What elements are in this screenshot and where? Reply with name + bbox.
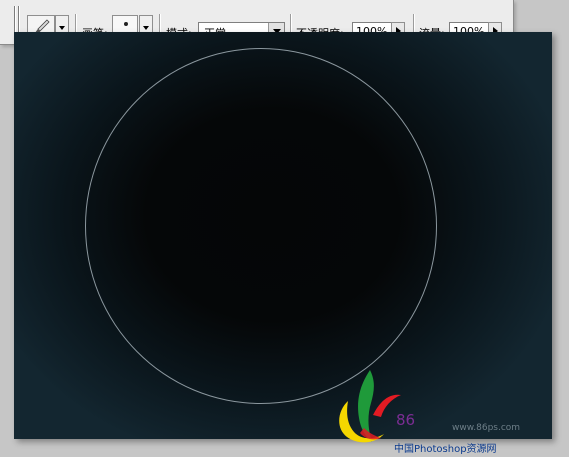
site-url: www.86ps.com (452, 423, 521, 433)
brush-tip-icon (124, 22, 128, 26)
logo-number: 86 (396, 411, 416, 429)
site-name: 中国Photoshop资源网 (394, 444, 497, 455)
elliptical-selection (85, 48, 437, 404)
